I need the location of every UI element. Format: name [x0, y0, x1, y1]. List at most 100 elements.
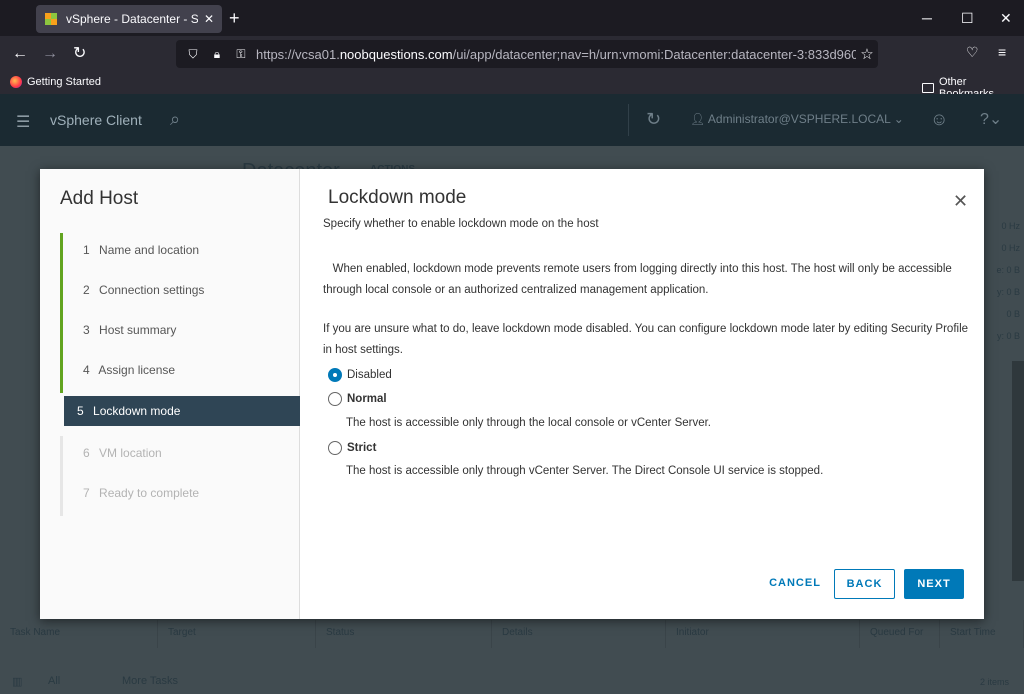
- lockdown-advice: If you are unsure what to do, leave lock…: [323, 323, 969, 356]
- back-button[interactable]: BACK: [834, 569, 895, 599]
- step-assign-license[interactable]: 4 Assign license: [60, 353, 300, 393]
- next-button[interactable]: NEXT: [904, 569, 964, 599]
- user-name: Administrator@VSPHERE.LOCAL: [707, 112, 891, 126]
- column-header[interactable]: Initiator: [666, 620, 860, 648]
- menu-icon[interactable]: ≡: [998, 44, 1006, 60]
- radio-label: Disabled: [347, 369, 392, 381]
- wizard-step-nav: Add Host 1 Name and location 2 Connectio…: [40, 169, 300, 619]
- column-header[interactable]: Status: [316, 620, 492, 648]
- url-text[interactable]: https://vcsa01.noobquestions.com/ui/app/…: [256, 47, 856, 62]
- reload-icon[interactable]: ↻: [73, 44, 86, 64]
- summary-values: 0 Hz 0 Hz e: 0 B y: 0 B 0 B y: 0 B: [984, 221, 1024, 353]
- refresh-icon[interactable]: ↻: [646, 109, 661, 130]
- bookmark-star-icon[interactable]: ☆: [856, 45, 878, 63]
- pocket-icon[interactable]: ♡: [966, 44, 979, 61]
- close-icon[interactable]: ✕: [953, 191, 968, 212]
- step-vm-location: 6 VM location: [60, 436, 300, 476]
- vsphere-favicon-icon: [45, 13, 57, 25]
- cancel-button[interactable]: CANCEL: [762, 569, 828, 599]
- step-label: Name and location: [99, 243, 200, 257]
- radio-disabled[interactable]: Disabled: [328, 368, 392, 382]
- folder-icon: [922, 83, 934, 93]
- maximize-icon[interactable]: ☐: [961, 9, 974, 27]
- page-subtitle: Specify whether to enable lockdown mode …: [323, 218, 599, 230]
- column-header[interactable]: Target: [158, 620, 316, 648]
- add-host-dialog: Add Host 1 Name and location 2 Connectio…: [40, 169, 984, 619]
- radio-normal[interactable]: Normal: [328, 392, 387, 406]
- tasks-table-header: Task Name Target Status Details Initiato…: [0, 620, 1024, 648]
- radio-description: The host is accessible only through vCen…: [346, 465, 824, 477]
- step-number: 4: [83, 363, 90, 377]
- key-icon[interactable]: ⚿: [232, 47, 250, 62]
- columns-toggle-icon[interactable]: ▥: [12, 675, 22, 688]
- summary-value: 0 B: [1006, 309, 1020, 319]
- bookmark-getting-started[interactable]: Getting Started: [10, 76, 101, 88]
- step-name-and-location[interactable]: 1 Name and location: [60, 233, 300, 273]
- search-icon[interactable]: ⌕: [170, 109, 180, 130]
- tasks-footer: ▥ All More Tasks 2 items: [0, 670, 1024, 694]
- bookmarks-bar: Getting Started Other Bookmarks: [0, 72, 1024, 100]
- feedback-smiley-icon[interactable]: ☺: [930, 109, 948, 130]
- tab-close-icon[interactable]: ✕: [204, 12, 214, 26]
- url-bar[interactable]: ⛉ 🔒︎ ⚿ https://vcsa01.noobquestions.com/…: [176, 40, 878, 68]
- step-label: Assign license: [98, 363, 176, 377]
- wizard-steps: 1 Name and location 2 Connection setting…: [60, 233, 300, 516]
- wizard-title: Add Host: [60, 188, 139, 209]
- items-count: 2 items: [980, 677, 1010, 687]
- step-label: Lockdown mode: [93, 404, 181, 418]
- radio-label: Strict: [347, 442, 377, 454]
- radio-strict[interactable]: Strict: [328, 441, 376, 455]
- step-label: Ready to complete: [99, 486, 200, 500]
- back-arrow-icon[interactable]: ←: [12, 44, 28, 64]
- app-brand: vSphere Client: [50, 112, 142, 128]
- radio-description: The host is accessible only through the …: [346, 417, 711, 429]
- step-number: 1: [83, 243, 90, 257]
- column-header[interactable]: Queued For: [860, 620, 940, 648]
- summary-value: e: 0 B: [996, 265, 1020, 275]
- summary-value: y: 0 B: [996, 331, 1020, 341]
- new-tab-button[interactable]: +: [229, 8, 240, 28]
- step-number: 5: [77, 404, 84, 418]
- step-number: 6: [83, 446, 90, 460]
- step-number: 7: [83, 486, 90, 500]
- step-host-summary[interactable]: 3 Host summary: [60, 313, 300, 353]
- step-label: VM location: [99, 446, 162, 460]
- help-icon[interactable]: ?⌄: [980, 109, 1002, 129]
- step-number: 3: [83, 323, 90, 337]
- browser-tab[interactable]: vSphere - Datacenter - Summary ✕: [36, 5, 222, 33]
- window-close-icon[interactable]: ✕: [1000, 9, 1012, 27]
- step-number: 2: [83, 283, 90, 297]
- summary-value: 0 Hz: [1001, 243, 1020, 253]
- radio-button[interactable]: [328, 392, 342, 406]
- radio-button[interactable]: [328, 368, 342, 382]
- lockdown-description: When enabled, lockdown mode prevents rem…: [323, 259, 973, 301]
- browser-tab-bar: vSphere - Datacenter - Summary ✕ + ─ ☐ ✕: [0, 0, 1024, 36]
- tasks-filter-select[interactable]: All: [48, 675, 60, 687]
- step-label: Connection settings: [99, 283, 205, 297]
- column-header[interactable]: Start Time: [940, 620, 1024, 648]
- lock-icon[interactable]: 🔒︎: [208, 47, 226, 62]
- hamburger-menu-icon[interactable]: ☰: [16, 112, 30, 132]
- step-connection-settings[interactable]: 2 Connection settings: [60, 273, 300, 313]
- app-header: ☰ vSphere Client ⌕ ↻ 👤︎ Administrator@VS…: [0, 94, 1024, 146]
- step-label: Host summary: [99, 323, 177, 337]
- forward-arrow-icon[interactable]: →: [42, 44, 58, 64]
- user-menu[interactable]: 👤︎ Administrator@VSPHERE.LOCAL ⌄: [690, 112, 904, 126]
- step-lockdown-mode[interactable]: 5 Lockdown mode: [64, 396, 300, 426]
- shield-icon[interactable]: ⛉: [184, 47, 202, 62]
- column-header[interactable]: Details: [492, 620, 666, 648]
- header-divider: [628, 104, 629, 136]
- bookmark-label: Getting Started: [27, 76, 101, 88]
- summary-value: 0 Hz: [1001, 221, 1020, 231]
- radio-button[interactable]: [328, 441, 342, 455]
- page-title: Lockdown mode: [328, 187, 467, 208]
- content-scrollbar[interactable]: [1012, 361, 1024, 581]
- radio-label: Normal: [347, 393, 387, 405]
- summary-value: y: 0 B: [996, 287, 1020, 297]
- lockdown-description-text: When enabled, lockdown mode prevents rem…: [323, 263, 952, 296]
- step-ready-to-complete: 7 Ready to complete: [60, 476, 300, 516]
- more-tasks-link[interactable]: More Tasks: [122, 675, 178, 687]
- user-icon: 👤︎: [690, 112, 706, 126]
- minimize-icon[interactable]: ─: [922, 9, 932, 27]
- column-header[interactable]: Task Name: [0, 620, 158, 648]
